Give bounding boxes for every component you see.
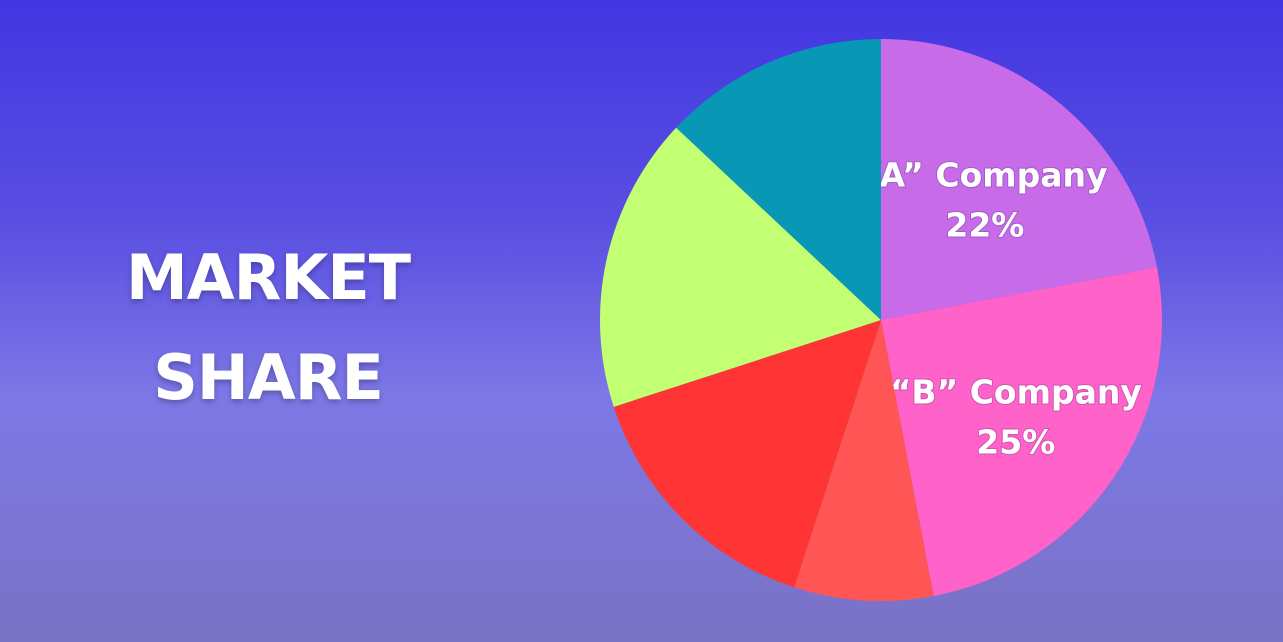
- slice-label-1: “A” Company: [862, 155, 1107, 194]
- slice-value-2: 25%: [976, 423, 1055, 462]
- slice-value-1: 22%: [945, 205, 1024, 244]
- slice-label-2: “B” Company: [890, 373, 1142, 412]
- pie-chart: “A” Company 22% “B” Company 25%: [600, 39, 1162, 602]
